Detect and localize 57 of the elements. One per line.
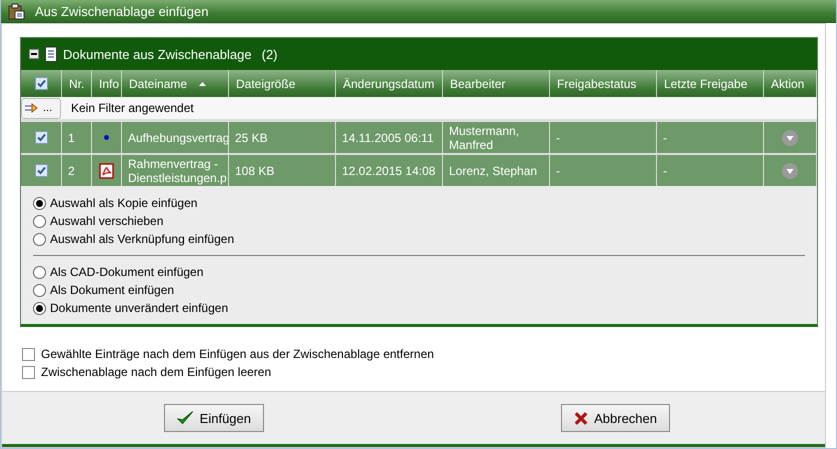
checkbox-label: Zwischenablage nach dem Einfügen leeren	[41, 365, 272, 379]
table-cell: 1	[68, 130, 75, 144]
table-cell: Rahmenvertrag - Dienstleistungen.p	[128, 156, 228, 184]
dot-icon	[104, 135, 109, 140]
row-checkbox[interactable]	[34, 131, 48, 144]
option-label: Auswahl als Verknüpfung einfügen	[50, 232, 234, 246]
column-header[interactable]: Freigabestatus	[557, 76, 636, 90]
column-header[interactable]: Bearbeiter	[450, 76, 506, 90]
dropdown-icon[interactable]	[782, 130, 798, 146]
table-cell: 108 KB	[235, 164, 274, 178]
row-checkbox[interactable]	[34, 164, 48, 177]
radio-button[interactable]	[33, 214, 46, 228]
checkbox-label: Gewählte Einträge nach dem Einfügen aus der Zwischenablage entfernen	[41, 347, 434, 361]
option-label: Als Dokument einfügen	[50, 283, 174, 297]
radio-button[interactable]	[33, 302, 46, 314]
filter-button[interactable]: ...	[21, 98, 61, 118]
table-cell: -	[556, 164, 560, 178]
table-cell: 12.02.2015 14:08	[342, 164, 436, 178]
radio-button[interactable]	[33, 266, 46, 278]
table-cell: -	[663, 130, 667, 144]
radio-button[interactable]	[33, 284, 46, 296]
checkbox[interactable]	[22, 366, 35, 378]
panel-title: Dokumente aus Zwischenablage	[63, 46, 252, 62]
cancel-button[interactable]: Abbrechen	[561, 404, 670, 432]
column-header[interactable]: Aktion	[771, 76, 804, 90]
filter-status: Kein Filter angewendet	[71, 101, 194, 115]
column-header[interactable]: Änderungsdatum	[343, 76, 434, 90]
item-count: (2)	[262, 46, 278, 62]
dropdown-icon[interactable]	[782, 162, 798, 178]
column-header[interactable]: Nr.	[69, 76, 84, 90]
checkbox[interactable]	[22, 348, 35, 360]
document-icon	[45, 46, 57, 62]
table-cell: -	[556, 130, 560, 144]
table-cell: 25 KB	[235, 130, 268, 144]
option-label: Auswahl als Kopie einfügen	[50, 196, 198, 210]
table-cell-text: Mustermann, Manfred	[449, 124, 520, 152]
select-all-checkbox[interactable]	[34, 77, 48, 90]
table-cell: -	[663, 164, 667, 178]
cross-icon	[574, 410, 588, 426]
option-label: Dokumente unverändert einfügen	[50, 301, 228, 315]
radio-button[interactable]	[33, 232, 46, 246]
table-cell: 2	[68, 164, 75, 178]
table-cell: 14.11.2005 06:11	[342, 130, 434, 144]
checkmark-icon	[177, 410, 194, 426]
pdf-icon	[98, 162, 114, 178]
radio-button[interactable]	[33, 196, 46, 210]
option-label: Auswahl verschieben	[50, 214, 164, 228]
column-header[interactable]: Letzte Freigabe	[664, 76, 748, 90]
column-header[interactable]: Dateiname	[129, 76, 188, 90]
column-header[interactable]: Info	[99, 76, 120, 90]
option-label: Als CAD-Dokument einfügen	[50, 265, 204, 279]
window-title: Aus Zwischenablage einfügen	[35, 4, 208, 18]
table-cell: Lorenz, Stephan	[449, 164, 538, 178]
clipboard-icon	[8, 2, 25, 20]
collapse-toggle[interactable]	[29, 49, 39, 59]
insert-button[interactable]: Einfügen	[164, 404, 264, 432]
column-header[interactable]: Dateigröße	[236, 76, 296, 90]
